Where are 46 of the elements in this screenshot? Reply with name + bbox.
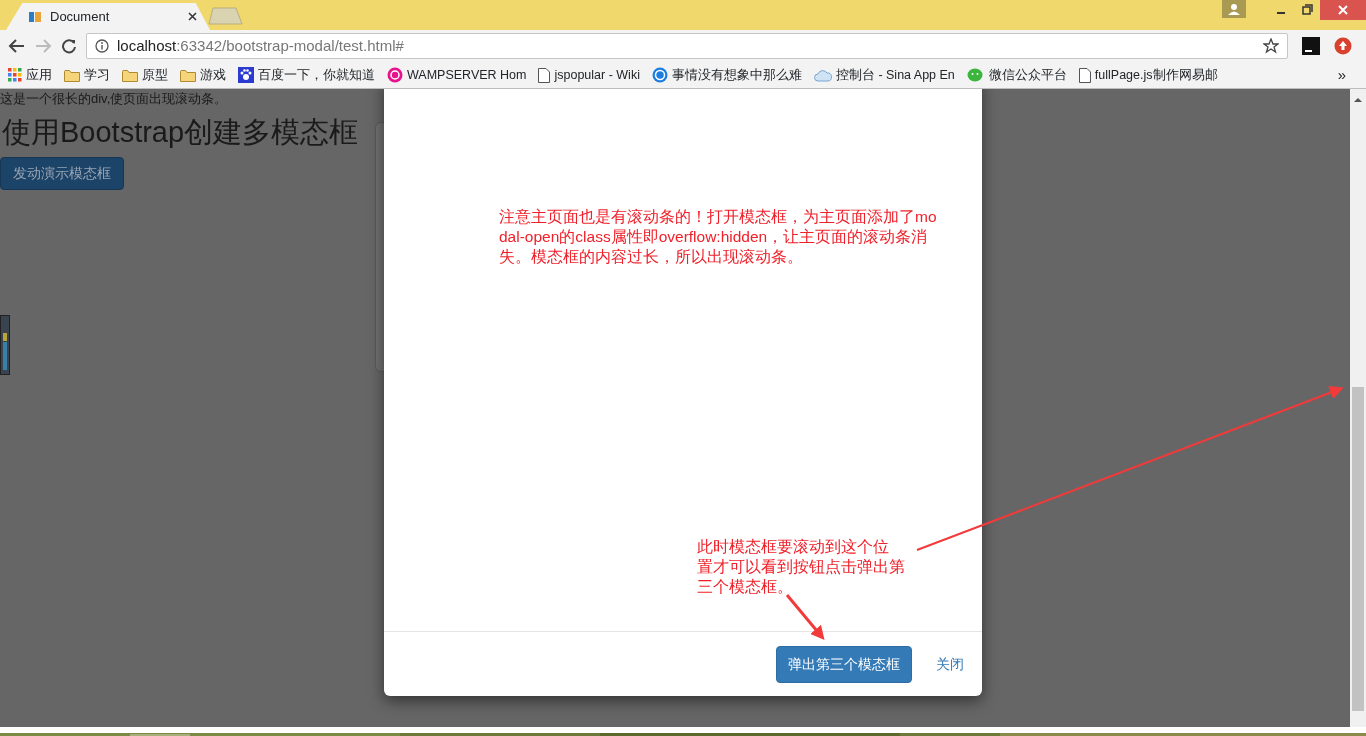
url-text: localhost:63342/bootstrap-modal/test.html# <box>117 35 405 56</box>
annotation-arrow <box>785 594 825 641</box>
cloud-icon <box>813 68 832 82</box>
bookmark[interactable]: jspopular - Wiki <box>538 65 640 85</box>
star-icon[interactable] <box>1263 38 1279 54</box>
folder-icon <box>180 68 196 82</box>
reload-icon[interactable] <box>60 38 78 54</box>
bookmark[interactable]: 控制台 - Sina App En <box>813 65 955 85</box>
close-link[interactable]: 关闭 <box>936 653 964 675</box>
chat-icon <box>966 67 985 83</box>
apps-icon <box>8 68 22 82</box>
page-heading: 使用Bootstrap创建多模态框 <box>2 114 360 150</box>
circle-icon <box>651 67 668 83</box>
upload-icon[interactable] <box>1334 37 1352 55</box>
page-logo-icon <box>28 9 42 24</box>
user-icon[interactable] <box>1222 0 1246 18</box>
more-bookmarks-button[interactable]: » <box>1337 63 1346 87</box>
page-icon <box>1078 67 1091 83</box>
address-bar[interactable]: localhost:63342/bootstrap-modal/test.html# <box>86 33 1288 59</box>
launch-button[interactable]: 发动演示模态框 <box>0 157 124 191</box>
folder-icon <box>64 68 80 82</box>
scrollbar[interactable] <box>1350 89 1366 727</box>
bookmark[interactable]: WAMPSERVER Hom <box>387 65 527 85</box>
browser-tab[interactable]: Document <box>6 3 210 30</box>
bookmark[interactable]: 应用 <box>8 65 52 85</box>
bookmark[interactable]: 学习 <box>64 65 110 85</box>
page-icon <box>538 67 551 83</box>
folder-icon <box>122 68 138 82</box>
info-icon <box>95 39 109 53</box>
bookmark[interactable]: 原型 <box>122 65 168 85</box>
open-third-modal-button[interactable]: 弹出第三个模态框 <box>776 645 912 683</box>
bookmark[interactable]: 事情没有想象中那么难 <box>651 65 802 85</box>
tab-title: Document <box>50 7 111 26</box>
annotation-text: 此时模态框要滚动到这个位置才可以看到按钮点击弹出第三个模态框。 <box>697 537 906 597</box>
bookmark[interactable]: fullPage.js制作网易邮 <box>1078 65 1218 85</box>
bookmark[interactable]: 微信公众平台 <box>966 65 1067 85</box>
extension-icon[interactable] <box>1302 37 1320 55</box>
paw-icon <box>238 67 254 83</box>
wamp-icon <box>387 67 403 83</box>
annotation-text: 注意主页面也是有滚动条的！打开模态框，为主页面添加了modal-open的class属性即overflow:hidden，让主页面的滚动条消失。模态框的内容过长，所以出现滚动条。 <box>499 207 938 267</box>
scrollbar-thumb[interactable] <box>1352 387 1364 711</box>
close-icon[interactable] <box>188 12 197 21</box>
level-meter-icon <box>0 315 10 375</box>
bookmark[interactable]: 游戏 <box>180 65 226 85</box>
bookmark[interactable]: 百度一下，你就知道 <box>238 65 375 85</box>
back-icon[interactable] <box>8 38 26 54</box>
